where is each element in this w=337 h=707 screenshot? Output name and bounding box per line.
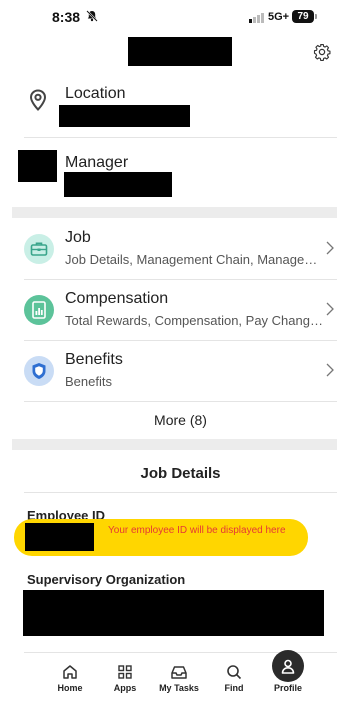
nav-item-benefits[interactable]: Benefits Benefits [24,341,337,401]
cell-signal-icon [249,13,264,23]
person-icon[interactable] [272,650,304,682]
chevron-right-icon [325,302,335,316]
divider [24,401,337,402]
tab-label: Home [57,683,83,693]
supervisory-org-label: Supervisory Organization [27,572,186,587]
nav-item-job[interactable]: Job Job Details, Management Chain, Manag… [24,219,337,279]
status-bar: 8:38 5G+ 79 [0,0,337,34]
nav-item-title: Job [65,229,91,246]
chevron-right-icon [325,241,335,255]
tab-label: Apps [113,683,137,693]
redacted-employee-id [25,523,94,551]
tab-label: Profile [273,683,302,693]
shield-icon [24,356,54,386]
divider [24,492,337,493]
bell-muted-icon [86,10,98,25]
redacted-supervisory-org [23,590,324,636]
tab-label: My Tasks [159,683,199,693]
network-type: 5G+ [268,11,290,23]
app-header [0,34,337,70]
nav-item-subtitle: Total Rewards, Compensation, Pay Change … [65,313,323,328]
tab-home[interactable]: Home [42,655,98,707]
tab-label: Find [224,683,244,693]
redacted-location-value [59,105,190,127]
manager-label: Manager [65,154,129,171]
section-separator [12,439,337,450]
chevron-right-icon [325,363,335,377]
more-button[interactable]: More (8) [24,403,337,437]
document-chart-icon [24,295,54,325]
nav-item-title: Benefits [65,351,123,368]
section-separator [12,207,337,218]
job-details-heading: Job Details [140,465,221,482]
tab-apps[interactable]: Apps [97,655,153,707]
profile-screen: 8:38 5G+ 79 Location Manager Job Job Det… [0,0,337,707]
nav-item-subtitle: Job Details, Management Chain, Managemen… [65,252,323,267]
battery-tip [315,14,317,19]
nav-item-subtitle: Benefits [65,374,112,389]
battery-icon: 79 [292,10,314,23]
tab-find[interactable]: Find [206,655,262,707]
tab-my-tasks[interactable]: My Tasks [151,655,207,707]
briefcase-icon [24,234,54,264]
redacted-manager-name [64,172,172,197]
search-icon [227,665,242,680]
nav-item-title: Compensation [65,290,169,307]
status-time: 8:38 [52,9,81,25]
redacted-manager-avatar [18,150,57,182]
redacted-employee-name [128,37,232,66]
location-label: Location [65,85,126,102]
location-pin-icon [29,89,47,116]
location-row: Location [0,70,337,138]
inbox-tray-icon [171,666,187,679]
apps-grid-icon [118,665,132,679]
nav-item-compensation[interactable]: Compensation Total Rewards, Compensation… [24,280,337,340]
home-icon [63,665,77,679]
manager-row[interactable]: Manager [0,138,337,206]
employee-id-note: Your employee ID will be displayed here [108,525,286,536]
gear-icon[interactable] [313,43,331,61]
